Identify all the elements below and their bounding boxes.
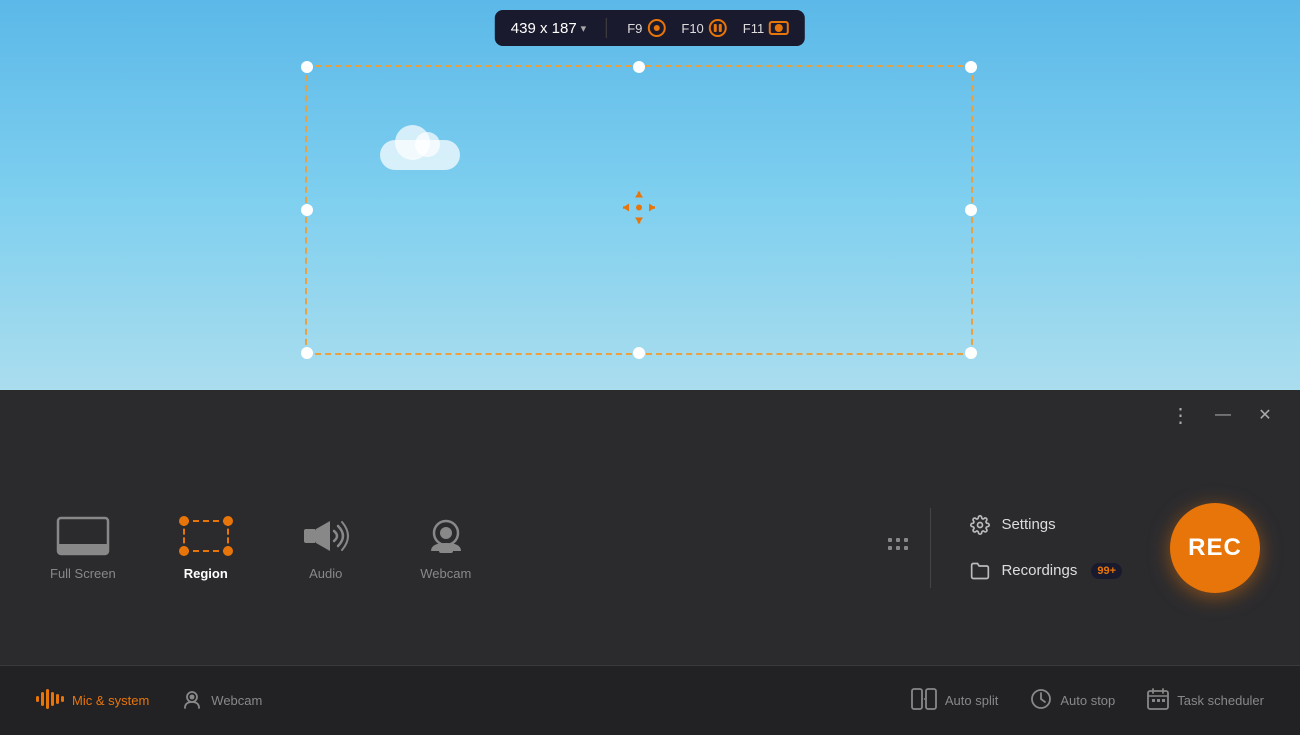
auto-split-icon bbox=[911, 688, 937, 713]
recordings-badge: 99+ bbox=[1091, 563, 1122, 579]
rec-button[interactable]: REC bbox=[1170, 503, 1260, 593]
waveform-icon bbox=[36, 688, 64, 713]
mic-system-button[interactable]: Mic & system bbox=[20, 680, 165, 721]
audio-icon bbox=[297, 514, 355, 558]
minimize-button[interactable]: — bbox=[1208, 400, 1238, 430]
separator bbox=[606, 18, 607, 38]
auto-stop-label: Auto stop bbox=[1060, 693, 1115, 708]
recordings-button[interactable]: Recordings 99+ bbox=[961, 556, 1130, 586]
task-scheduler-icon bbox=[1147, 688, 1169, 713]
handle-middle-left[interactable] bbox=[301, 204, 313, 216]
selection-region[interactable] bbox=[305, 65, 973, 355]
handle-top-right[interactable] bbox=[965, 61, 977, 73]
webcam-bottom-button[interactable]: Webcam bbox=[165, 680, 278, 721]
main-toolbar: Full Screen Region bbox=[0, 430, 1300, 665]
region-icon bbox=[177, 514, 235, 558]
dimension-value: 439 x 187 bbox=[511, 20, 577, 37]
mic-system-label: Mic & system bbox=[72, 693, 149, 708]
window-controls: ⋮ — ✕ bbox=[0, 390, 1300, 430]
f11-label: F11 bbox=[743, 21, 764, 36]
handle-middle-right[interactable] bbox=[965, 204, 977, 216]
fullscreen-mode-button[interactable]: Full Screen bbox=[20, 504, 146, 591]
auto-stop-button[interactable]: Auto stop bbox=[1014, 680, 1131, 721]
bottom-panel: ⋮ — ✕ Full Screen bbox=[0, 390, 1300, 735]
handle-top-left[interactable] bbox=[301, 61, 313, 73]
close-button[interactable]: ✕ bbox=[1250, 400, 1280, 430]
right-panel: Settings Recordings 99+ bbox=[941, 500, 1150, 596]
region-mode-button[interactable]: Region bbox=[146, 504, 266, 591]
audio-label: Audio bbox=[309, 566, 342, 581]
toolbar-divider bbox=[930, 508, 931, 588]
webcam-bottom-label: Webcam bbox=[211, 693, 262, 708]
more-options-button[interactable]: ⋮ bbox=[1166, 400, 1196, 430]
webcam-label: Webcam bbox=[420, 566, 471, 581]
fullscreen-label: Full Screen bbox=[50, 566, 116, 581]
handle-bottom-right[interactable] bbox=[965, 347, 977, 359]
webcam-bottom-icon bbox=[181, 688, 203, 713]
auto-split-button[interactable]: Auto split bbox=[895, 680, 1014, 721]
f9-shortcut-button[interactable]: F9 bbox=[627, 19, 665, 37]
f10-label: F10 bbox=[681, 21, 703, 36]
f9-label: F9 bbox=[627, 21, 642, 36]
task-scheduler-label: Task scheduler bbox=[1177, 693, 1264, 708]
settings-button[interactable]: Settings bbox=[961, 510, 1130, 540]
handle-top-center[interactable] bbox=[633, 61, 645, 73]
f11-shortcut-button[interactable]: F11 bbox=[743, 21, 789, 36]
chevron-down-icon: ▾ bbox=[581, 22, 587, 35]
region-label: Region bbox=[184, 566, 228, 581]
settings-label: Settings bbox=[1001, 516, 1055, 533]
gear-icon bbox=[969, 514, 991, 536]
webcam-icon bbox=[417, 514, 475, 558]
audio-mode-button[interactable]: Audio bbox=[266, 504, 386, 591]
bottom-bar: Mic & system Webcam bbox=[0, 665, 1300, 735]
fullscreen-icon bbox=[54, 514, 112, 558]
mode-buttons: Full Screen Region bbox=[20, 504, 876, 591]
record-icon bbox=[647, 19, 665, 37]
webcam-mode-button[interactable]: Webcam bbox=[386, 504, 506, 591]
handle-bottom-left[interactable] bbox=[301, 347, 313, 359]
auto-split-label: Auto split bbox=[945, 693, 998, 708]
camera-icon bbox=[769, 21, 789, 35]
pause-icon bbox=[709, 19, 727, 37]
dimension-dropdown[interactable]: 439 x 187 ▾ bbox=[511, 20, 586, 37]
recordings-label: Recordings bbox=[1001, 562, 1077, 579]
folder-icon bbox=[969, 560, 991, 582]
task-scheduler-button[interactable]: Task scheduler bbox=[1131, 680, 1280, 721]
cloud-decoration bbox=[380, 140, 460, 170]
dimensions-tooltip: 439 x 187 ▾ F9 F10 F11 bbox=[495, 10, 805, 46]
grid-more-button[interactable] bbox=[876, 526, 920, 570]
auto-stop-icon bbox=[1030, 688, 1052, 713]
move-icon[interactable] bbox=[617, 186, 661, 235]
sky-background: 439 x 187 ▾ F9 F10 F11 bbox=[0, 0, 1300, 390]
handle-bottom-center[interactable] bbox=[633, 347, 645, 359]
f10-shortcut-button[interactable]: F10 bbox=[681, 19, 726, 37]
